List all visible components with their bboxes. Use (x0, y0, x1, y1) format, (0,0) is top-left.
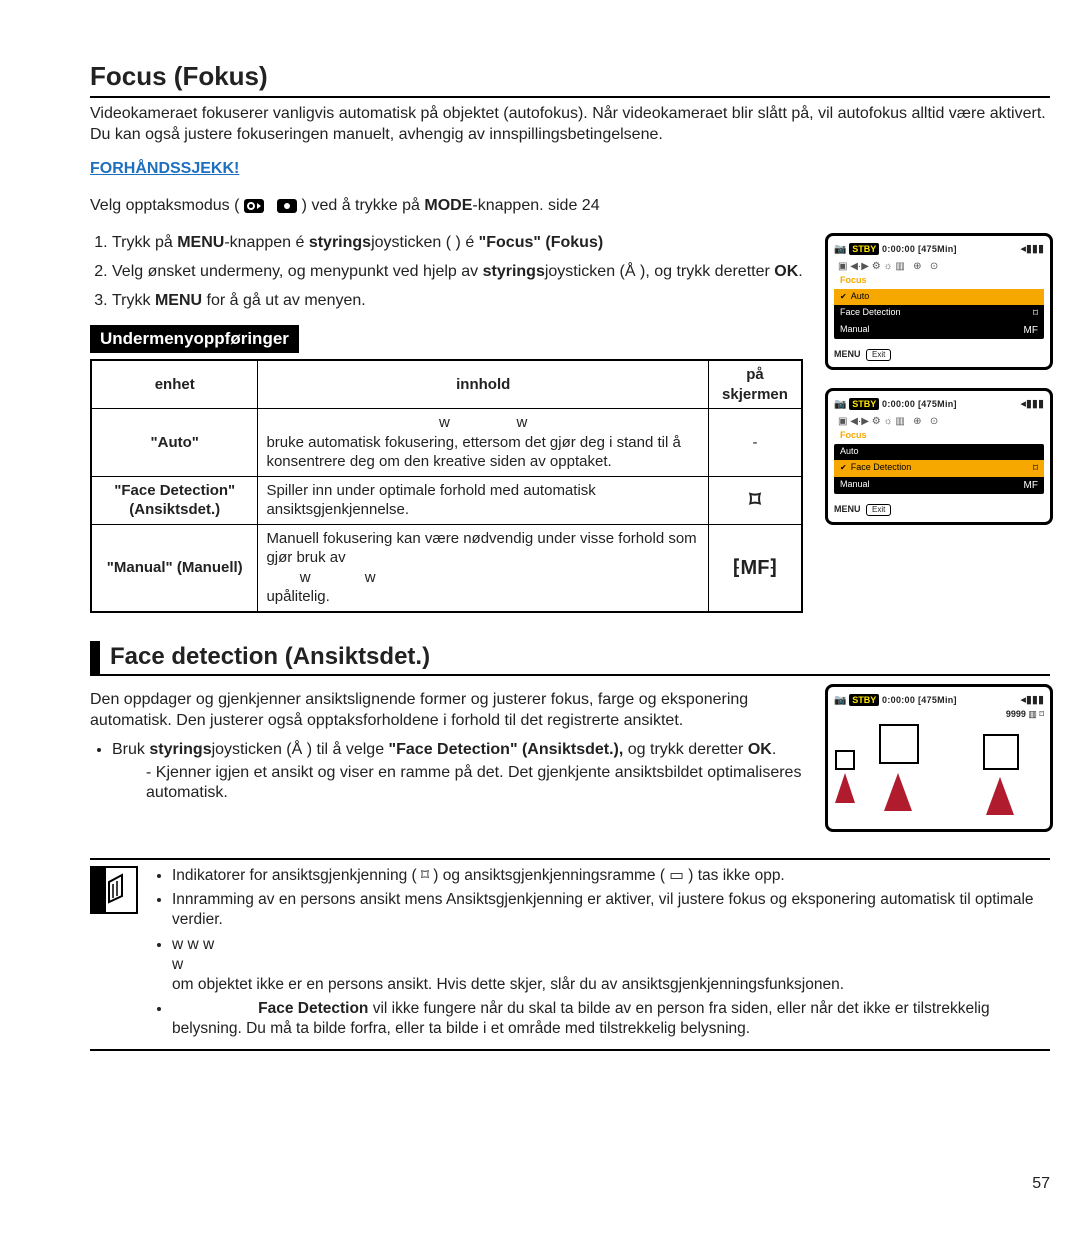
note-2: Innramming av en persons ansikt mens Ans… (172, 890, 1050, 930)
mode-instruction: Velg opptaksmodus ( ) ved å trykke på MO… (90, 196, 1050, 217)
face-detection-para: Den oppdager og gjenkjenner ansiktsligne… (90, 690, 803, 732)
th-enhet: enhet (91, 360, 258, 409)
video-mode-icon (244, 199, 264, 213)
row-auto-enhet: "Auto" (91, 409, 258, 477)
submenu-header: Undermenyoppføringer (90, 325, 299, 353)
section-title: Focus (Fokus) (90, 60, 1050, 98)
precheck-label: FORHÅNDSSJEKK! (90, 159, 1050, 180)
note-icon (90, 866, 138, 914)
steps-list: Trykk på MENU-knappen é styringsjoystick… (90, 233, 803, 311)
th-skjerm: på skjermen (708, 360, 802, 409)
step-1: Trykk på MENU-knappen é styringsjoystick… (112, 233, 803, 254)
face-detection-heading: Face detection (Ansiktsdet.) (110, 641, 430, 672)
camera-mode-icon (277, 199, 297, 213)
note-box: Indikatorer for ansiktsgjenkjenning ( ⌑ … (90, 858, 1050, 1051)
face-detection-dash: Kjenner igjen et ansikt og viser en ramm… (146, 763, 803, 805)
step-3: Trykk MENU for å gå ut av menyen. (112, 291, 803, 312)
note-1: Indikatorer for ansiktsgjenkjenning ( ⌑ … (172, 866, 1050, 886)
row-face-enhet: "Face Detection" (Ansiktsdet.) (91, 476, 258, 524)
row-manual-enhet: "Manual" (Manuell) (91, 524, 258, 612)
lcd-screenshot-auto: 📷 STBY 0:00:00 [475Min] ◂▮▮▮ ▣ ◀·▶ ⚙ ☼ ▥… (825, 233, 1053, 370)
section-intro: Videokameraet fokuserer vanligvis automa… (90, 104, 1050, 146)
row-auto-innhold: w wbruke automatisk fokusering, ettersom… (258, 409, 709, 477)
manual-focus-icon: ⁅MF⁆ (733, 555, 777, 581)
step-2: Velg ønsket undermeny, og menypunkt ved … (112, 262, 803, 283)
th-innhold: innhold (258, 360, 709, 409)
row-face-skjerm: ⌑ (708, 476, 802, 524)
face-detection-icon: ⌑ (749, 486, 760, 515)
lcd-screenshot-live: 📷 STBY 0:00:00 [475Min] ◂▮▮▮ 9999 ▥ ⌑ (825, 684, 1053, 832)
page-number: 57 (1032, 1174, 1050, 1195)
note-4: Face Detection vil ikke fungere når du s… (172, 999, 1050, 1039)
face-detection-bullet: Bruk styringsjoysticken (Å ) til å velge… (112, 740, 803, 804)
row-manual-innhold: Manuell fokusering kan være nødvendig un… (258, 524, 709, 612)
row-auto-skjerm: - (708, 409, 802, 477)
lcd-screenshot-face: 📷 STBY 0:00:00 [475Min] ◂▮▮▮ ▣ ◀·▶ ⚙ ☼ ▥… (825, 388, 1053, 525)
row-face-innhold: Spiller inn under optimale forhold med a… (258, 476, 709, 524)
submenu-table: enhet innhold på skjermen "Auto" w wbruk… (90, 359, 803, 613)
row-manual-skjerm: ⁅MF⁆ (708, 524, 802, 612)
note-3: w w w w om objektet ikke er en persons a… (172, 935, 1050, 995)
